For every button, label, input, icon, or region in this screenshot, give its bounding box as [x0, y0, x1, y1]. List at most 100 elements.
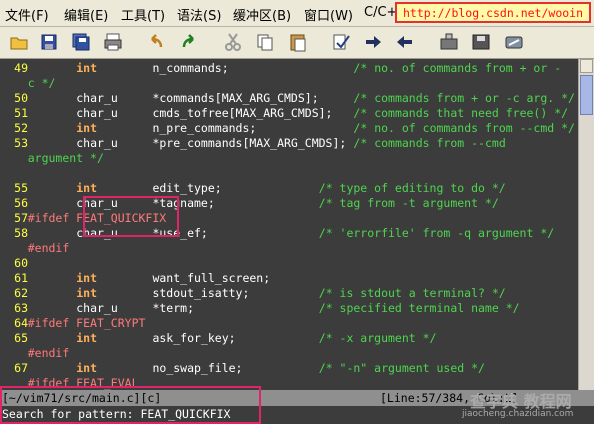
code-line: 52 int n_pre_commands; /* no. of commands f… — [0, 121, 578, 136]
print-icon[interactable] — [102, 31, 124, 53]
code-token: /* commands that need free() */ — [353, 106, 569, 120]
code-token: /* commands from --cmd — [353, 136, 506, 150]
code-token: no_swap_file; — [152, 361, 243, 375]
code-line: 67 int no_swap_file; /* "-n" argument used … — [0, 361, 578, 376]
code-token: *pre_commands[MAX_ARG_CMDS]; — [152, 136, 347, 150]
forward-icon[interactable] — [362, 31, 384, 53]
code-line: 60 — [0, 256, 578, 271]
vertical-scrollbar[interactable] — [578, 59, 594, 390]
code-token: #endif — [27, 241, 70, 255]
line-number: 61 — [14, 271, 28, 285]
toolbar — [0, 27, 594, 59]
code-token: *term; — [152, 301, 194, 315]
code-token: stdout_isatty; — [152, 286, 250, 300]
code-token: /* specified terminal name */ — [318, 301, 520, 315]
code-line: #endif — [0, 241, 578, 256]
undo-icon[interactable] — [145, 31, 167, 53]
save-all-icon[interactable] — [70, 31, 92, 53]
code-line: 55 int edit_type; /* type of editing to do … — [0, 181, 578, 196]
code-token: /* 'errorfile' from -q argument */ — [318, 226, 555, 240]
code-line: 50 char_u *commands[MAX_ARG_CMDS]; /* comma… — [0, 91, 578, 106]
menu-item-2[interactable]: 工具(T) — [121, 5, 165, 24]
code-token: *commands[MAX_ARG_CMDS]; — [152, 91, 319, 105]
menu-item-4[interactable]: 缓冲区(B) — [233, 5, 291, 24]
code-token: /* no. of commands from --cmd */ — [353, 121, 575, 135]
code-token: int — [76, 181, 97, 195]
code-token: int — [76, 331, 97, 345]
line-number: 51 — [14, 106, 28, 120]
run-script-icon[interactable] — [503, 31, 525, 53]
code-token: edit_type; — [152, 181, 222, 195]
menu-item-0[interactable]: 文件(F) — [5, 5, 49, 24]
code-token: int — [76, 61, 97, 75]
load-session-icon[interactable] — [438, 31, 460, 53]
line-number: 50 — [14, 91, 28, 105]
line-number: 55 — [14, 181, 28, 195]
code-token: /* no. of commands from + or - — [353, 61, 562, 75]
line-number: 52 — [14, 121, 28, 135]
line-number: 53 — [14, 136, 28, 150]
code-token: char_u — [76, 91, 118, 105]
find-replace-icon[interactable] — [330, 31, 352, 53]
code-line: 65 int ask_for_key; /* -x argument */ — [0, 331, 578, 346]
save-icon[interactable] — [38, 31, 60, 53]
code-token: #endif — [27, 346, 70, 360]
code-token: n_commands; — [152, 61, 229, 75]
line-number: 62 — [14, 286, 28, 300]
scroll-up-arrow[interactable] — [580, 59, 593, 73]
code-token: /* "-n" argument used */ — [318, 361, 485, 375]
code-line: 63 char_u *term; /* specified terminal name… — [0, 301, 578, 316]
code-line: 62 int stdout_isatty; /* is stdout a termin… — [0, 286, 578, 301]
code-token: want_full_screen; — [152, 271, 271, 285]
code-token: argument */ — [27, 151, 104, 165]
menu-item-5[interactable]: 窗口(W) — [304, 5, 353, 24]
code-token: c */ — [27, 76, 56, 90]
code-token: int — [76, 361, 97, 375]
code-line: argument */ — [0, 151, 578, 166]
code-token: int — [76, 271, 97, 285]
cut-icon[interactable] — [222, 31, 244, 53]
url-annotation-box: http://blog.csdn.net/wooin — [395, 2, 591, 23]
scrollbar-thumb[interactable] — [580, 75, 593, 115]
copy-icon[interactable] — [254, 31, 276, 53]
code-token: /* -x argument */ — [318, 331, 437, 345]
menu-item-6[interactable]: C/C+ — [364, 5, 397, 20]
code-line: 53 char_u *pre_commands[MAX_ARG_CMDS]; /* c… — [0, 136, 578, 151]
code-line: #endif — [0, 346, 578, 361]
code-token: int — [76, 121, 97, 135]
line-number: 57 — [14, 211, 28, 225]
code-token: /* tag from -t argument */ — [318, 196, 499, 210]
line-number: 65 — [14, 331, 28, 345]
code-token: int — [76, 286, 97, 300]
code-line: 61 int want_full_screen; — [0, 271, 578, 286]
open-folder-icon[interactable] — [8, 31, 30, 53]
highlight-box-status-command — [0, 386, 261, 424]
code-token: char_u — [76, 136, 118, 150]
highlight-box-search-match — [83, 196, 179, 237]
code-token: char_u — [76, 106, 118, 120]
code-token: /* is stdout a terminal? */ — [318, 286, 506, 300]
code-token: /* commands from + or -c arg. */ — [353, 91, 575, 105]
code-token: /* type of editing to do */ — [318, 181, 506, 195]
code-token: char_u — [76, 301, 118, 315]
code-token: n_pre_commands; — [152, 121, 257, 135]
line-number: 49 — [14, 61, 28, 75]
code-token: cmds_tofree[MAX_ARG_CMDS]; — [152, 106, 333, 120]
code-token: ask_for_key; — [152, 331, 236, 345]
status-cursor-position: [Line:57/384, Col:1] — [380, 391, 519, 405]
code-token: #ifdef FEAT_CRYPT — [27, 316, 146, 330]
line-number: 63 — [14, 301, 28, 315]
line-number: 67 — [14, 361, 28, 375]
code-line: c */ — [0, 76, 578, 91]
line-number: 60 — [14, 256, 28, 270]
url-annotation-text: http://blog.csdn.net/wooin — [403, 6, 584, 20]
menu-item-1[interactable]: 编辑(E) — [64, 5, 108, 24]
line-number: 56 — [14, 196, 28, 210]
redo-icon[interactable] — [178, 31, 200, 53]
back-icon[interactable] — [394, 31, 416, 53]
code-line: 64 #ifdef FEAT_CRYPT — [0, 316, 578, 331]
save-session-icon[interactable] — [470, 31, 492, 53]
menu-item-3[interactable]: 语法(S) — [177, 5, 221, 24]
paste-icon[interactable] — [287, 31, 309, 53]
